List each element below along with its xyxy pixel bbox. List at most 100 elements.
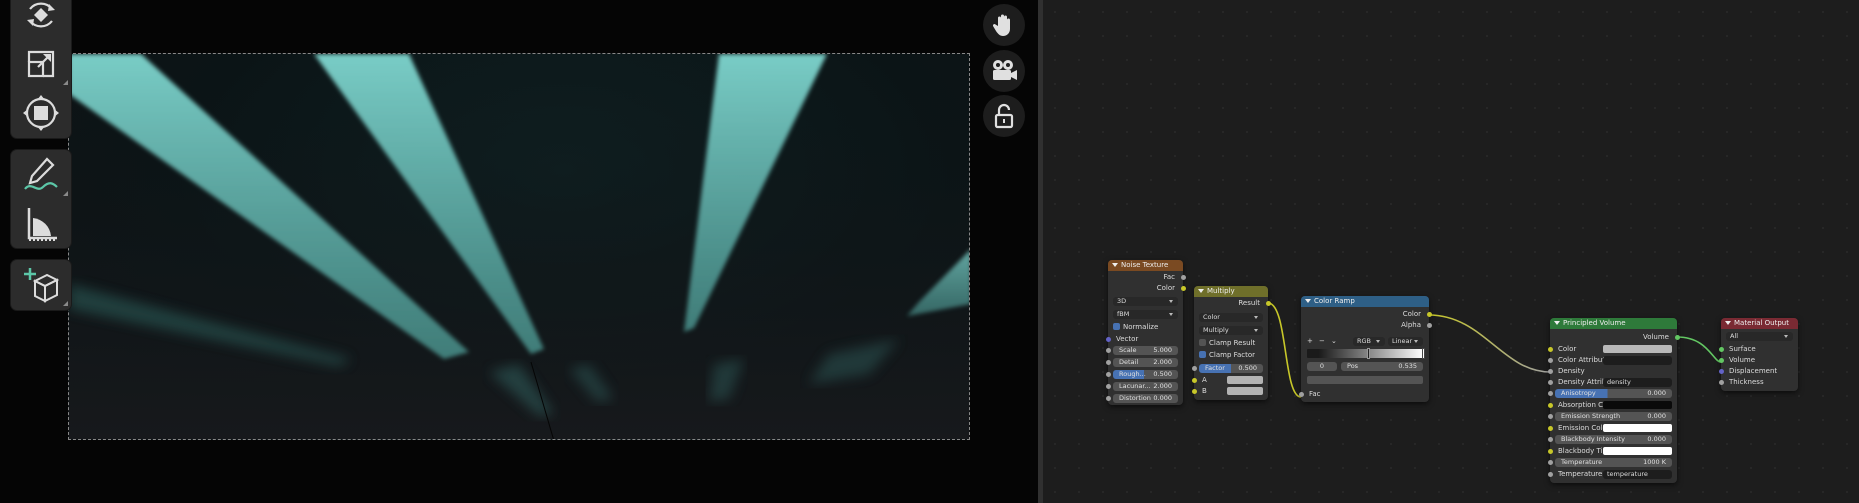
scale-tool-button[interactable] xyxy=(11,39,71,88)
add-stop-button[interactable]: + xyxy=(1307,336,1313,346)
color-swatch[interactable] xyxy=(1227,387,1263,395)
color-attribute-field[interactable] xyxy=(1603,356,1672,365)
socket[interactable] xyxy=(1547,448,1553,454)
checkbox[interactable] xyxy=(1199,339,1206,346)
socket[interactable] xyxy=(1191,377,1197,383)
socket[interactable] xyxy=(1180,274,1186,280)
stop-position-field[interactable]: Pos 0.535 xyxy=(1341,362,1423,371)
socket[interactable] xyxy=(1547,460,1553,465)
socket[interactable] xyxy=(1105,384,1111,389)
socket[interactable] xyxy=(1547,391,1553,396)
remove-stop-button[interactable]: − xyxy=(1319,336,1325,346)
interpolation-dropdown[interactable]: Linear xyxy=(1388,337,1423,346)
color-swatch[interactable] xyxy=(1603,401,1672,409)
socket[interactable] xyxy=(1298,391,1304,397)
normalize-checkbox[interactable]: Normalize xyxy=(1108,322,1183,332)
3d-viewport[interactable] xyxy=(0,0,1038,503)
temperature-attribute-row: Temperature ... temperature xyxy=(1547,469,1677,479)
stop-color-swatch[interactable] xyxy=(1307,376,1423,384)
socket[interactable] xyxy=(1105,336,1111,342)
socket[interactable] xyxy=(1674,334,1680,340)
clamp-factor-checkbox[interactable]: Clamp Factor xyxy=(1194,350,1268,360)
noise-type-dropdown[interactable]: fBM xyxy=(1113,310,1178,319)
emission-color-row: Emission Color xyxy=(1547,423,1677,433)
socket[interactable] xyxy=(1105,348,1111,353)
node-header[interactable]: Principled Volume xyxy=(1550,318,1677,329)
socket[interactable] xyxy=(1105,396,1111,401)
add-cube-tool-button[interactable] xyxy=(11,260,71,309)
density-attribute-field[interactable]: density xyxy=(1603,378,1672,387)
render-target-dropdown[interactable]: All xyxy=(1726,332,1793,341)
detail-field[interactable]: Detail 2.000 xyxy=(1105,358,1178,367)
ramp-stop-handle[interactable] xyxy=(1422,348,1425,359)
color-mode-dropdown[interactable]: RGB xyxy=(1353,337,1385,346)
socket[interactable] xyxy=(1105,360,1111,365)
factor-field[interactable]: Factor 0.500 xyxy=(1191,364,1263,373)
scale-field[interactable]: Scale 5.000 xyxy=(1105,346,1178,355)
socket[interactable] xyxy=(1547,425,1553,431)
color-swatch[interactable] xyxy=(1603,345,1672,353)
principled-volume-node[interactable]: Principled Volume Volume Color Color Att… xyxy=(1547,318,1680,483)
color-ramp-gradient[interactable] xyxy=(1307,348,1425,359)
blackbody-intensity-field[interactable]: Blackbody Intensity 0.000 xyxy=(1547,435,1672,444)
data-type-dropdown[interactable]: Color xyxy=(1199,313,1263,322)
socket[interactable] xyxy=(1191,388,1197,394)
anisotropy-field[interactable]: Anisotropy 0.000 xyxy=(1547,389,1672,398)
annotate-tool-button[interactable] xyxy=(11,150,71,199)
socket[interactable] xyxy=(1191,366,1197,371)
socket[interactable] xyxy=(1547,402,1553,408)
annotate-icon xyxy=(24,157,58,190)
transform-tool-button[interactable] xyxy=(11,88,71,137)
socket[interactable] xyxy=(1718,357,1724,363)
socket[interactable] xyxy=(1105,372,1111,377)
color-ramp-node[interactable]: Color Ramp Color Alpha + − ⌄ RGB Linear … xyxy=(1298,296,1432,402)
socket[interactable] xyxy=(1718,346,1724,352)
node-header[interactable]: Color Ramp xyxy=(1301,296,1429,307)
socket[interactable] xyxy=(1547,414,1553,419)
socket[interactable] xyxy=(1547,357,1553,363)
socket[interactable] xyxy=(1547,471,1553,477)
transform-icon xyxy=(23,95,59,131)
color-swatch[interactable] xyxy=(1227,376,1263,384)
socket[interactable] xyxy=(1718,379,1724,385)
camera-view-button[interactable] xyxy=(983,50,1025,92)
stop-index-field[interactable]: 0 xyxy=(1307,362,1337,371)
socket[interactable] xyxy=(1547,379,1553,385)
temperature-attribute-field[interactable]: temperature xyxy=(1603,470,1672,479)
dimension-dropdown[interactable]: 3D xyxy=(1113,297,1178,306)
checkbox[interactable] xyxy=(1199,351,1206,358)
clamp-result-checkbox[interactable]: Clamp Result xyxy=(1194,338,1268,348)
socket[interactable] xyxy=(1265,300,1271,306)
measure-tool-button[interactable] xyxy=(11,199,71,248)
socket-label: Surface xyxy=(1729,345,1756,353)
noise-texture-node[interactable]: Noise Texture Fac Color 3D fBM Normalize… xyxy=(1105,260,1186,405)
temperature-field[interactable]: Temperature 1000 K xyxy=(1547,458,1672,467)
socket[interactable] xyxy=(1547,437,1553,442)
node-header[interactable]: Material Output xyxy=(1721,318,1798,329)
material-output-node[interactable]: Material Output All Surface Volume Displ… xyxy=(1718,318,1798,391)
color-swatch[interactable] xyxy=(1603,424,1672,432)
rotate-tool-button[interactable] xyxy=(11,0,71,39)
ramp-stop-handle[interactable] xyxy=(1367,348,1371,359)
color-swatch[interactable] xyxy=(1603,447,1672,455)
socket[interactable] xyxy=(1426,311,1432,317)
emission-strength-field[interactable]: Emission Strength 0.000 xyxy=(1547,412,1672,421)
socket[interactable] xyxy=(1547,368,1553,374)
socket-label: Result xyxy=(1238,299,1260,307)
checkbox[interactable] xyxy=(1113,323,1120,330)
distortion-field[interactable]: Distortion 0.000 xyxy=(1105,394,1178,403)
socket[interactable] xyxy=(1718,368,1724,374)
pan-view-button[interactable] xyxy=(983,4,1025,46)
roughness-field[interactable]: Rough... 0.500 xyxy=(1105,370,1178,379)
multiply-node[interactable]: Multiply Result Color Multiply Clamp Res… xyxy=(1191,286,1271,400)
shader-node-editor[interactable]: Noise Texture Fac Color 3D fBM Normalize… xyxy=(1043,0,1859,503)
lock-view-button[interactable] xyxy=(983,95,1025,137)
node-header[interactable]: Multiply xyxy=(1194,286,1268,297)
socket[interactable] xyxy=(1426,322,1432,328)
socket[interactable] xyxy=(1547,346,1553,352)
lacunarity-field[interactable]: Lacunar... 2.000 xyxy=(1105,382,1178,391)
blend-mode-dropdown[interactable]: Multiply xyxy=(1199,326,1263,335)
node-header[interactable]: Noise Texture xyxy=(1108,260,1183,271)
socket[interactable] xyxy=(1180,285,1186,291)
ramp-menu-button[interactable]: ⌄ xyxy=(1331,336,1337,346)
